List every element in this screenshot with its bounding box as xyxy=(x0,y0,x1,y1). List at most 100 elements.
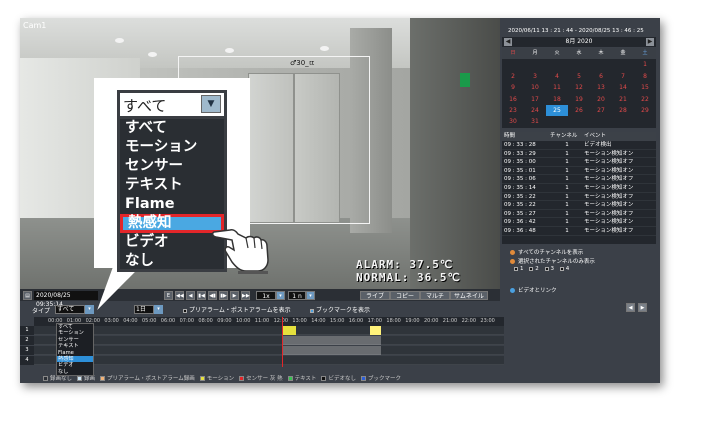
calendar-icon[interactable]: ▤ xyxy=(23,291,32,300)
event-row[interactable]: 09 : 35 : 01 1 モーション検知オン xyxy=(502,167,656,176)
rewind-button[interactable]: ◀ xyxy=(186,291,195,300)
event-type: モーション検知オン xyxy=(584,150,634,157)
timeline-track[interactable]: 1 xyxy=(20,326,504,335)
zoomed-type-option[interactable]: センサー xyxy=(120,157,224,176)
event-row[interactable]: 09 : 36 : 48 1 モーション検知オフ xyxy=(502,227,656,236)
zoomed-type-list[interactable]: すべて モーション センサー テキスト Flame 熱感知 ビデオ なし xyxy=(117,119,227,272)
calendar-day[interactable]: 28 xyxy=(612,105,634,116)
step-back-button[interactable]: ▮◀ xyxy=(197,291,206,300)
event-row[interactable]: 09 : 36 : 42 1 モーション検知オン xyxy=(502,218,656,227)
motion-segment[interactable] xyxy=(282,326,296,335)
calendar-day[interactable]: 15 xyxy=(634,82,656,93)
fast-forward-button[interactable]: ▶▶ xyxy=(241,291,250,300)
timeline-track[interactable]: 3 xyxy=(20,346,504,355)
calendar-day[interactable]: 30 xyxy=(502,116,524,127)
chevron-down-icon[interactable]: ▾ xyxy=(154,305,163,314)
timeline-track[interactable]: 2 xyxy=(20,336,504,345)
event-row[interactable]: 09 : 35 : 14 1 モーション検知オン xyxy=(502,184,656,193)
calendar-day[interactable]: 17 xyxy=(524,94,546,105)
event-row[interactable]: 09 : 33 : 28 1 ビデオ検出 xyxy=(502,141,656,150)
bookmark-toggle[interactable]: ブックマークを表示 xyxy=(310,305,370,314)
calendar-day[interactable]: 26 xyxy=(568,105,590,116)
pause-button[interactable]: ◀▮ xyxy=(208,291,217,300)
step-forward-button[interactable]: ▮▶ xyxy=(219,291,228,300)
checkbox-icon[interactable] xyxy=(559,266,564,271)
calendar-day[interactable]: 13 xyxy=(590,82,612,93)
calendar-day[interactable]: 23 xyxy=(502,105,524,116)
multi-button[interactable]: マルチ xyxy=(420,291,450,300)
zoomed-type-option[interactable]: すべて xyxy=(120,119,224,138)
calendar-day[interactable]: 2 xyxy=(502,71,524,82)
event-list[interactable]: 時間 チャンネル イベント 09 : 33 : 28 1 ビデオ検出 09 : 33 … xyxy=(502,132,656,244)
calendar-day[interactable]: 19 xyxy=(568,94,590,105)
calendar-day[interactable]: 21 xyxy=(612,94,634,105)
chevron-down-icon[interactable]: ▼ xyxy=(201,95,221,113)
calendar-day[interactable]: 5 xyxy=(568,71,590,82)
calendar-day[interactable]: 22 xyxy=(634,94,656,105)
playhead[interactable] xyxy=(282,317,283,367)
calendar-day[interactable]: 27 xyxy=(590,105,612,116)
calendar-day[interactable]: 14 xyxy=(612,82,634,93)
event-type: モーション検知オフ xyxy=(584,176,634,183)
copy-button[interactable]: コピー xyxy=(390,291,420,300)
speed-select[interactable]: 1x xyxy=(256,291,276,300)
event-row[interactable]: 09 : 35 : 22 1 モーション検知オン xyxy=(502,201,656,210)
type-dropdown-list[interactable]: すべて モーション センサー テキスト Flame 熱感知 ビデオ なし xyxy=(56,323,94,377)
event-row[interactable]: 09 : 35 : 06 1 モーション検知オフ xyxy=(502,175,656,184)
live-button[interactable]: ライブ xyxy=(360,291,390,300)
calendar-day[interactable]: 4 xyxy=(546,71,568,82)
timeline[interactable]: 00:00 01:00 02:00 03:00 04:00 05:00 06:00 07:00… xyxy=(20,317,660,371)
zoomed-type-option[interactable]: ビデオ xyxy=(120,233,224,252)
record-segment[interactable] xyxy=(282,346,381,355)
zoom-select[interactable]: 1日 xyxy=(134,305,154,314)
unit-select[interactable]: 1 n xyxy=(288,291,306,300)
event-row[interactable]: 09 : 35 : 00 1 モーション検知オフ xyxy=(502,158,656,167)
checkbox-icon[interactable] xyxy=(544,266,549,271)
prev-month-button[interactable]: ◀ xyxy=(504,38,512,46)
chevron-down-icon[interactable]: ▾ xyxy=(306,291,315,300)
zoomed-type-option[interactable]: 熱感知 xyxy=(120,214,224,233)
calendar-day[interactable]: 6 xyxy=(590,71,612,82)
type-option[interactable]: なし xyxy=(57,369,93,375)
calendar-day[interactable]: 10 xyxy=(524,82,546,93)
next-month-button[interactable]: ▶ xyxy=(646,38,654,46)
checkbox-icon[interactable] xyxy=(529,266,534,271)
calendar-day[interactable]: 20 xyxy=(590,94,612,105)
timeline-track[interactable]: 4 xyxy=(20,356,504,365)
hour-label: 14:00 xyxy=(311,318,326,324)
calendar-day[interactable]: 1 xyxy=(634,59,656,70)
chevron-down-icon[interactable]: ▾ xyxy=(276,291,285,300)
event-row[interactable]: 09 : 35 : 22 1 モーション検知オフ xyxy=(502,193,656,202)
show-all-channels-option[interactable]: すべてのチャンネルを表示 xyxy=(510,248,583,256)
fast-rewind-button[interactable]: ◀◀ xyxy=(175,291,184,300)
event-row[interactable]: 09 : 33 : 29 1 モーション検知オン xyxy=(502,150,656,159)
calendar-day[interactable]: 31 xyxy=(524,116,546,127)
play-button[interactable]: ▶ xyxy=(230,291,239,300)
record-segment[interactable] xyxy=(282,336,381,345)
prealarm-toggle[interactable]: プリアラーム・ポストアラームを表示 xyxy=(183,305,291,314)
export-button[interactable]: E xyxy=(164,291,173,300)
event-row[interactable]: 09 : 35 : 27 1 モーション検知オフ xyxy=(502,210,656,219)
calendar-day[interactable]: 8 xyxy=(634,71,656,82)
zoomed-type-option[interactable]: テキスト xyxy=(120,176,224,195)
calendar-day[interactable]: 12 xyxy=(568,82,590,93)
calendar-day[interactable]: 9 xyxy=(502,82,524,93)
type-select[interactable]: すべて xyxy=(55,305,85,314)
zoomed-type-option[interactable]: モーション xyxy=(120,138,224,157)
zoomed-type-option[interactable]: なし xyxy=(120,252,224,271)
zoomed-type-option[interactable]: Flame xyxy=(120,195,224,214)
calendar-day[interactable]: 29 xyxy=(634,105,656,116)
motion-segment[interactable] xyxy=(370,326,381,335)
checkbox-icon[interactable] xyxy=(514,266,518,271)
calendar-day[interactable]: 7 xyxy=(612,71,634,82)
zoomed-type-select[interactable]: すべて ▼ xyxy=(117,90,227,119)
calendar-day[interactable]: 11 xyxy=(546,82,568,93)
calendar-day[interactable]: 24 xyxy=(524,105,546,116)
show-selected-channels-option[interactable]: 選択されたチャンネルのみ表示 xyxy=(510,257,595,265)
calendar-day[interactable]: 16 xyxy=(502,94,524,105)
thumbnail-button[interactable]: サムネイル xyxy=(450,291,488,300)
calendar-day[interactable]: 3 xyxy=(524,71,546,82)
calendar-day[interactable]: 18 xyxy=(546,94,568,105)
link-video-option[interactable]: ビデオとリンク xyxy=(510,286,557,294)
calendar-day[interactable]: 25 xyxy=(546,104,568,117)
